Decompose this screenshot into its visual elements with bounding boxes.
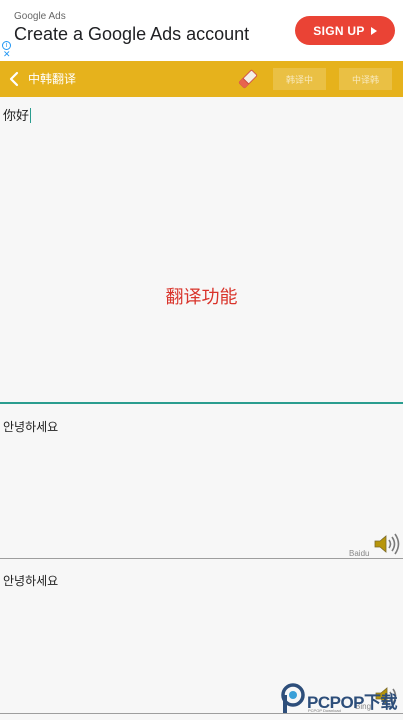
ad-close-icon[interactable]: ✕ (3, 50, 11, 59)
site-subtitle: PCPOP Download (308, 708, 341, 713)
engine-label: Baidu (349, 549, 370, 558)
eraser-icon[interactable] (236, 67, 260, 91)
source-text-value: 你好 (3, 108, 32, 124)
korean-to-chinese-button[interactable]: 韩译中 (273, 68, 326, 90)
page-title: 中韩翻译 (28, 72, 77, 86)
source-text-input[interactable]: 你好 翻译功能 (0, 97, 403, 404)
chinese-to-korean-button[interactable]: 中译韩 (339, 68, 392, 90)
feature-watermark-label: 翻译功能 (165, 287, 238, 308)
ad-signup-button[interactable]: SIGN UP (295, 16, 395, 45)
text-caret (30, 108, 32, 123)
back-arrow-icon[interactable] (6, 70, 24, 88)
toolbar: 中韩翻译 韩译中 中译韩 (0, 61, 403, 97)
translation-result-baidu: 안녕하세요 Baidu (0, 406, 403, 559)
play-triangle-icon (370, 26, 377, 35)
translation-text: 안녕하세요 (3, 420, 59, 434)
ad-brand: Google Ads (14, 11, 66, 22)
speaker-icon[interactable] (373, 532, 403, 556)
pcpop-logo-icon (281, 683, 305, 713)
ad-signup-label: SIGN UP (313, 23, 365, 38)
translation-text: 안녕하세요 (3, 574, 59, 588)
ad-banner[interactable]: Google Ads Create a Google Ads account S… (0, 0, 403, 61)
ad-headline[interactable]: Create a Google Ads account (14, 24, 249, 45)
site-watermark: PCPOP下载 PCPOP Download (280, 683, 403, 719)
